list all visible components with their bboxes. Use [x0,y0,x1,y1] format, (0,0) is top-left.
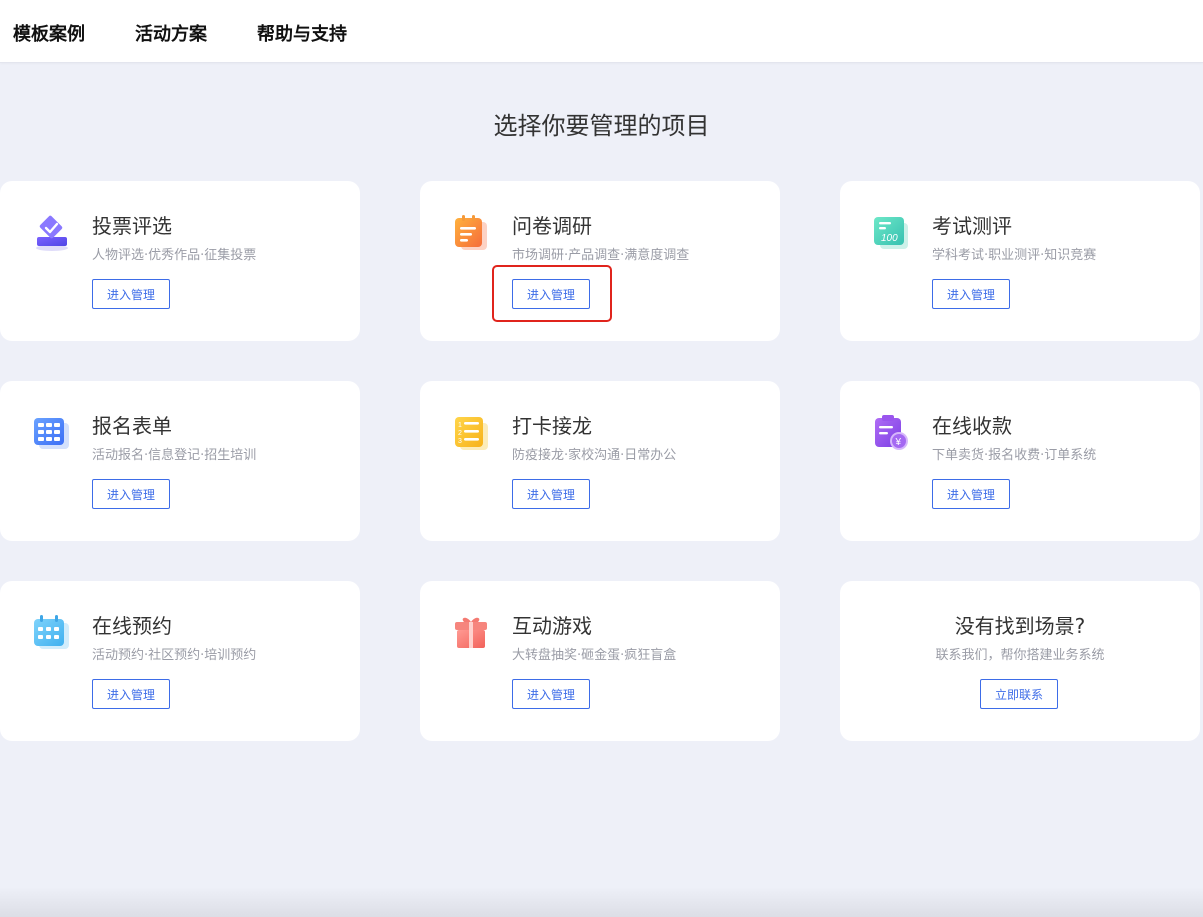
enter-manage-button[interactable]: 进入管理 [932,479,1010,509]
card-title: 报名表单 [92,414,172,438]
enter-manage-button[interactable]: 进入管理 [92,279,170,309]
vote-icon [36,215,68,251]
card-description: 活动预约·社区预约·培训预约 [92,648,257,663]
svg-text:100: 100 [881,233,898,244]
card-title: 互动游戏 [512,614,592,638]
card-title: 问卷调研 [512,214,592,238]
svg-text:3: 3 [458,438,462,445]
card-check-in-relay: 1 2 3 打卡接龙 防疫接龙·家校沟通·日常办公 进入管理 [420,381,780,541]
contact-card-description: 联系我们，帮你搭建业务系统 [935,648,1105,663]
top-nav-bar: 模板案例 活动方案 帮助与支持 [0,0,1203,63]
nav-item-templates[interactable]: 模板案例 [13,20,85,46]
payment-icon: ¥ [875,415,908,450]
nav-item-help-support[interactable]: 帮助与支持 [257,20,347,46]
svg-text:¥: ¥ [895,437,902,448]
enter-manage-button[interactable]: 进入管理 [512,479,590,509]
checklist-icon: 1 2 3 [455,417,488,450]
calendar-icon [34,615,69,649]
contact-card-title: 没有找到场景? [954,614,1086,638]
card-title: 投票评选 [92,214,172,238]
svg-text:2: 2 [458,430,462,437]
card-description: 人物评选·优秀作品·征集投票 [92,248,257,263]
bottom-fade [0,887,1203,917]
card-title: 在线收款 [932,414,1012,438]
card-description: 防疫接龙·家校沟通·日常办公 [512,448,677,463]
card-title: 在线预约 [92,614,172,638]
card-interactive-games: 互动游戏 大转盘抽奖·砸金蛋·疯狂盲盒 进入管理 [420,581,780,741]
highlight-annotation-box [492,265,612,322]
card-vote: 投票评选 人物评选·优秀作品·征集投票 进入管理 [0,181,360,341]
page-title: 选择你要管理的项目 [493,112,710,140]
enter-manage-button[interactable]: 进入管理 [932,279,1010,309]
card-description: 大转盘抽奖·砸金蛋·疯狂盲盒 [512,648,677,663]
card-exam: 100 考试测评 学科考试·职业测评·知识竞赛 进入管理 [840,181,1200,341]
card-description: 下单卖货·报名收费·订单系统 [932,448,1097,463]
svg-text:1: 1 [458,422,462,429]
card-registration-form: 报名表单 活动报名·信息登记·招生培训 进入管理 [0,381,360,541]
card-description: 市场调研·产品调查·满意度调查 [512,248,690,263]
card-title: 打卡接龙 [512,414,592,438]
enter-manage-button[interactable]: 进入管理 [92,679,170,709]
card-description: 学科考试·职业测评·知识竞赛 [932,248,1097,263]
card-title: 考试测评 [932,214,1012,238]
gift-icon [455,617,487,648]
exam-icon: 100 [874,217,908,249]
form-grid-icon [34,418,69,449]
enter-manage-button[interactable]: 进入管理 [512,679,590,709]
contact-now-button[interactable]: 立即联系 [980,679,1058,709]
card-online-booking: 在线预约 活动预约·社区预约·培训预约 进入管理 [0,581,360,741]
card-description: 活动报名·信息登记·招生培训 [92,448,257,463]
questionnaire-icon [455,215,487,250]
card-online-payment: ¥ 在线收款 下单卖货·报名收费·订单系统 进入管理 [840,381,1200,541]
card-contact-us: 没有找到场景? 联系我们，帮你搭建业务系统 立即联系 [840,581,1200,741]
enter-manage-button[interactable]: 进入管理 [92,479,170,509]
nav-item-activity-plans[interactable]: 活动方案 [135,20,207,46]
